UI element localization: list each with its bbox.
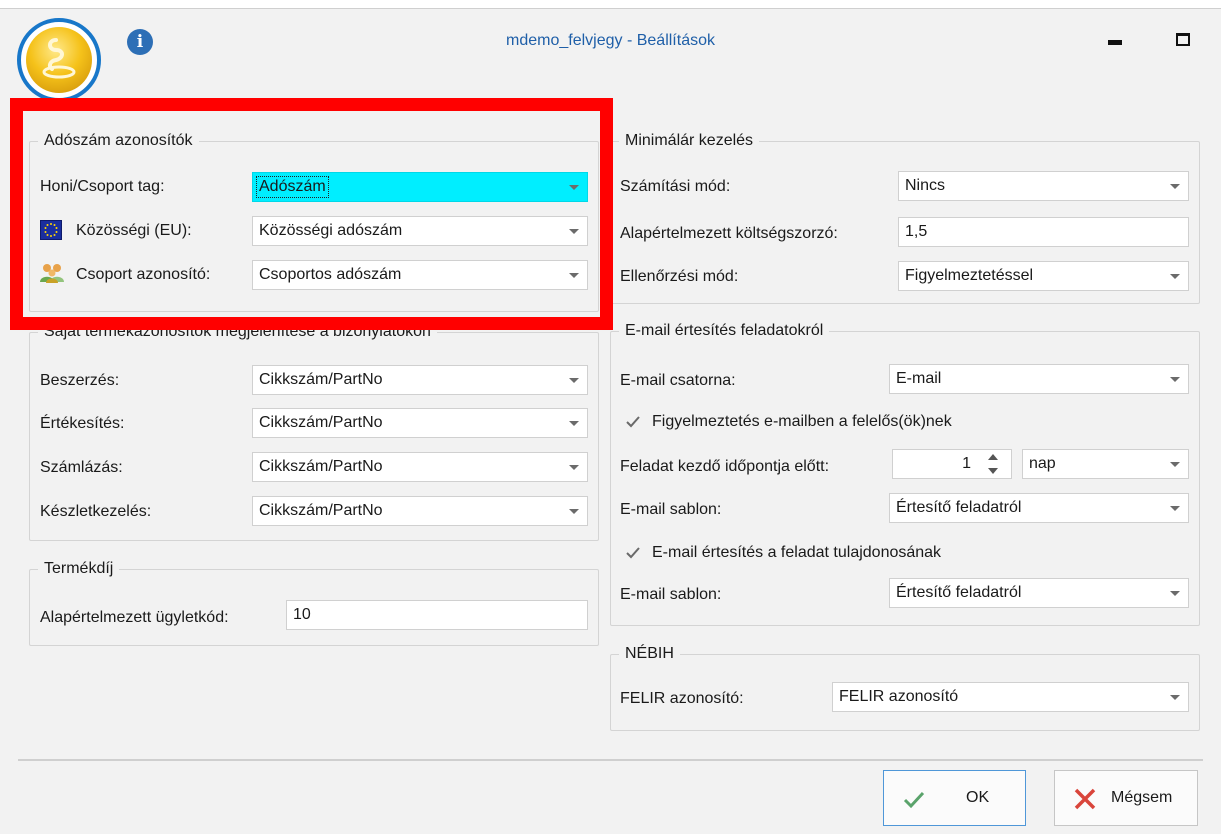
own-product-ids-legend: Saját termékazonosítók megjelenítése a b… — [44, 323, 431, 340]
chevron-down-icon[interactable] — [1170, 695, 1180, 700]
product-fee-legend: Termékdíj — [44, 560, 114, 577]
home-group-member-value: Adószám — [256, 176, 329, 198]
before-start-unit-combo[interactable]: nap — [1022, 449, 1189, 479]
cost-multiplier-input[interactable]: 1,5 — [898, 217, 1189, 247]
home-group-member-label: Honi/Csoport tag: — [40, 178, 165, 195]
before-start-value: 1 — [962, 455, 971, 472]
chevron-down-icon[interactable] — [569, 465, 579, 470]
notify-owner-checkbox[interactable] — [624, 544, 642, 562]
felir-id-combo[interactable]: FELIR azonosító — [832, 682, 1189, 712]
calc-mode-label: Számítási mód: — [620, 178, 731, 195]
eu-stars — [44, 223, 58, 237]
x-cross-icon — [1073, 787, 1097, 811]
inventory-value: Cikkszám/PartNo — [259, 502, 383, 519]
felir-id-label: FELIR azonosító: — [620, 690, 744, 707]
notify-owner-label[interactable]: E-mail értesítés a feladat tulajdonosána… — [652, 544, 941, 562]
community-eu-label: Közösségi (EU): — [76, 222, 192, 239]
ok-check-glyph — [903, 791, 925, 809]
sales-combo[interactable]: Cikkszám/PartNo — [252, 408, 588, 438]
chevron-down-icon[interactable] — [1170, 591, 1180, 596]
before-start-unit-value: nap — [1029, 455, 1056, 472]
people-group-icon — [39, 262, 65, 284]
purchase-combo[interactable]: Cikkszám/PartNo — [252, 365, 588, 395]
email-channel-value: E-mail — [896, 370, 942, 387]
people-group-glyph — [40, 264, 64, 283]
spinner-up-down-icon — [988, 454, 998, 474]
window-top-strip — [0, 0, 1221, 8]
eu-flag-icon — [40, 220, 62, 240]
chevron-down-icon[interactable] — [569, 421, 579, 426]
default-transaction-code-label: Alapértelmezett ügyletkód: — [40, 609, 229, 626]
chevron-down-icon[interactable] — [569, 378, 579, 383]
email-channel-combo[interactable]: E-mail — [889, 364, 1189, 394]
nebih-legend: NÉBIH — [625, 645, 674, 662]
notify-responsible-checkbox[interactable] — [624, 413, 642, 431]
email-template-1-value: Értesítő feladatról — [896, 499, 1022, 516]
group-id-value: Csoportos adószám — [259, 266, 402, 283]
checkmark-icon — [626, 547, 640, 559]
cost-multiplier-value: 1,5 — [905, 223, 928, 240]
felir-id-value: FELIR azonosító — [839, 688, 959, 705]
ok-button-label: OK — [966, 789, 990, 806]
window-border — [0, 8, 1221, 9]
min-price-legend: Minimálár kezelés — [625, 132, 754, 149]
window-title: mdemo_felvjegy - Beállítások — [506, 32, 715, 49]
notify-responsible-label[interactable]: Figyelmeztetés e-mailben a felelős(ök)ne… — [652, 413, 952, 431]
email-template-1-label: E-mail sablon: — [620, 501, 722, 518]
chevron-down-icon[interactable] — [1170, 506, 1180, 511]
check-mode-value: Figyelmeztetéssel — [905, 267, 1034, 284]
sales-value: Cikkszám/PartNo — [259, 414, 383, 431]
invoicing-label: Számlázás: — [40, 459, 123, 476]
purchase-label: Beszerzés: — [40, 372, 120, 389]
calc-mode-combo[interactable]: Nincs — [898, 171, 1189, 201]
sales-label: Értékesítés: — [40, 415, 125, 432]
maximize-glyph — [1176, 33, 1190, 46]
check-mode-combo[interactable]: Figyelmeztetéssel — [898, 261, 1189, 291]
cancel-x-glyph — [1074, 788, 1096, 810]
minimize-icon[interactable] — [1100, 24, 1130, 54]
checkmark-icon — [902, 787, 926, 811]
chevron-down-icon[interactable] — [569, 185, 579, 190]
before-start-label: Feladat kezdő időpontja előtt: — [620, 458, 830, 475]
group-id-combo[interactable]: Csoportos adószám — [252, 260, 588, 290]
email-channel-label: E-mail csatorna: — [620, 372, 736, 389]
tax-ids-legend: Adószám azonosítók — [44, 132, 193, 149]
minimize-glyph — [1108, 40, 1122, 45]
email-template-2-label: E-mail sablon: — [620, 586, 722, 603]
invoicing-value: Cikkszám/PartNo — [259, 458, 383, 475]
chevron-down-icon[interactable] — [1170, 462, 1180, 467]
default-transaction-code-value: 10 — [293, 606, 311, 623]
invoicing-combo[interactable]: Cikkszám/PartNo — [252, 452, 588, 482]
chevron-down-icon[interactable] — [1170, 184, 1180, 189]
chevron-down-icon[interactable] — [569, 229, 579, 234]
cost-multiplier-label: Alapértelmezett költségszorzó: — [620, 225, 838, 242]
default-transaction-code-input[interactable]: 10 — [286, 600, 588, 630]
footer-divider — [18, 759, 1203, 761]
chevron-down-icon[interactable] — [1170, 274, 1180, 279]
cancel-button[interactable]: Mégsem — [1054, 770, 1198, 826]
group-id-label: Csoport azonosító: — [76, 266, 211, 283]
purchase-value: Cikkszám/PartNo — [259, 371, 383, 388]
chevron-down-icon[interactable] — [1170, 377, 1180, 382]
chevron-down-icon[interactable] — [569, 273, 579, 278]
calc-mode-value: Nincs — [905, 177, 946, 194]
cancel-button-label: Mégsem — [1111, 789, 1173, 806]
email-template-1-combo[interactable]: Értesítő feladatról — [889, 493, 1189, 523]
inventory-label: Készletkezelés: — [40, 503, 152, 520]
ok-button[interactable]: OK — [883, 770, 1026, 826]
inventory-combo[interactable]: Cikkszám/PartNo — [252, 496, 588, 526]
email-template-2-value: Értesítő feladatról — [896, 584, 1022, 601]
checkmark-icon — [626, 416, 640, 428]
app-logo-icon[interactable] — [17, 18, 101, 102]
community-eu-combo[interactable]: Közösségi adószám — [252, 216, 588, 246]
home-group-member-combo[interactable]: Adószám — [252, 172, 588, 202]
email-template-2-combo[interactable]: Értesítő feladatról — [889, 578, 1189, 608]
check-mode-label: Ellenőrzési mód: — [620, 268, 739, 285]
community-eu-value: Közösségi adószám — [259, 222, 403, 239]
maximize-icon[interactable] — [1168, 24, 1198, 54]
email-tasks-legend: E-mail értesítés feladatokról — [625, 322, 824, 339]
chevron-down-icon[interactable] — [569, 509, 579, 514]
spinner-arrows[interactable] — [985, 449, 1001, 479]
